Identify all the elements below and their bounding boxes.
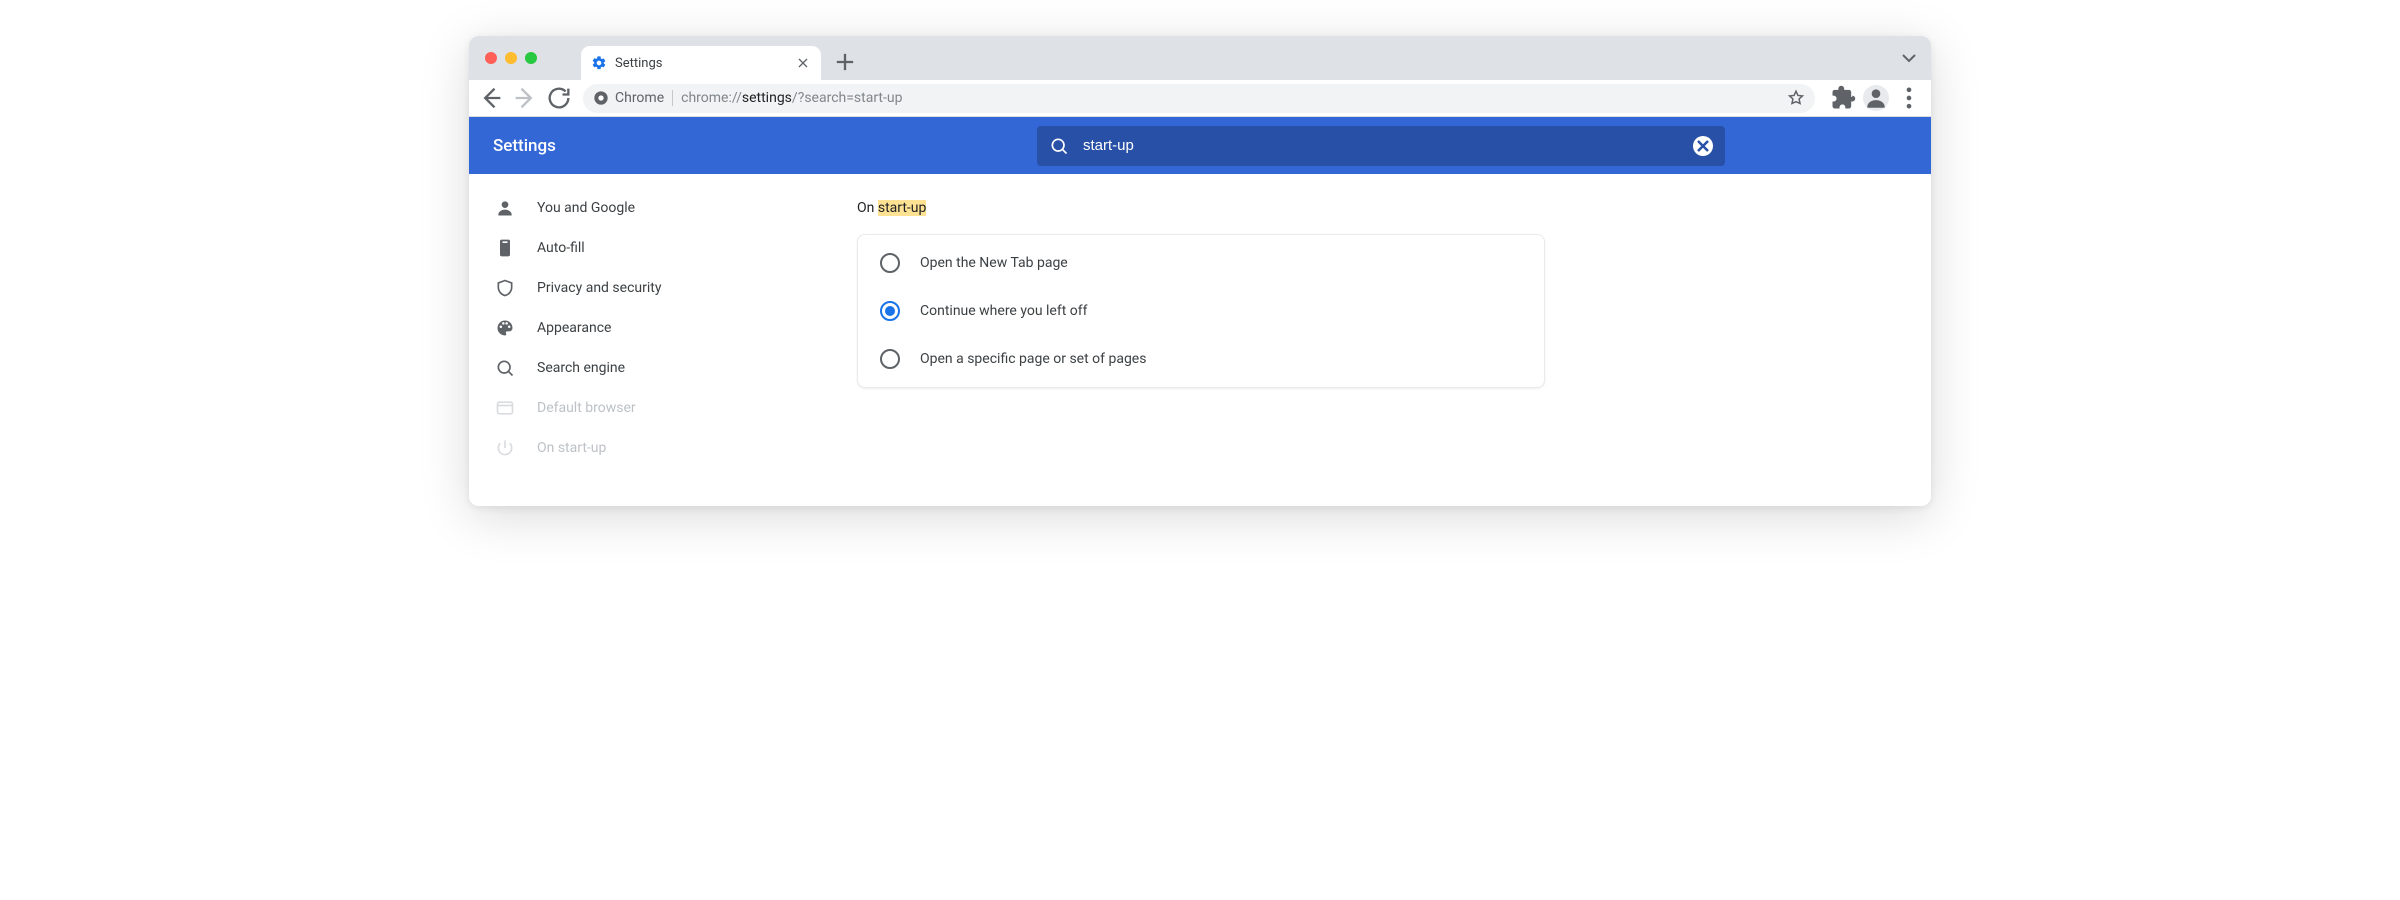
reload-button[interactable] [545,84,573,112]
sidebar-item-label: Appearance [537,320,611,336]
radio-icon [880,301,900,321]
settings-search-input[interactable] [1083,137,1679,154]
search-icon [1049,136,1069,156]
browser-icon [495,398,515,418]
bookmark-star-icon[interactable] [1787,89,1805,107]
settings-body: You and Google Auto-fill Privacy and sec… [469,174,1931,506]
sidebar-item-default-browser[interactable]: Default browser [469,388,759,428]
profile-avatar-button[interactable] [1863,85,1889,111]
radio-icon [880,349,900,369]
radio-label: Open the New Tab page [920,255,1068,271]
site-chip: Chrome [593,90,664,106]
radio-label: Continue where you left off [920,303,1088,319]
forward-button[interactable] [511,84,539,112]
clear-search-button[interactable] [1693,136,1713,156]
back-button[interactable] [477,84,505,112]
sidebar-item-on-startup[interactable]: On start-up [469,428,759,468]
sidebar: You and Google Auto-fill Privacy and sec… [469,174,759,506]
sidebar-item-appearance[interactable]: Appearance [469,308,759,348]
window-zoom-button[interactable] [525,52,537,64]
close-icon[interactable] [795,55,811,71]
radio-option-new-tab[interactable]: Open the New Tab page [858,239,1544,287]
sidebar-item-autofill[interactable]: Auto-fill [469,228,759,268]
browser-window: Settings Chrome [469,36,1931,506]
window-close-button[interactable] [485,52,497,64]
sidebar-item-label: Default browser [537,400,636,416]
shield-icon [495,278,515,298]
menu-button[interactable] [1895,84,1923,112]
omnibox-url: chrome://settings/?search=start-up [681,90,902,106]
new-tab-button[interactable] [831,48,859,76]
radio-option-continue[interactable]: Continue where you left off [858,287,1544,335]
settings-header: Settings [469,117,1931,174]
gear-icon [591,55,607,71]
extensions-button[interactable] [1829,84,1857,112]
tab-title: Settings [615,56,787,71]
settings-search[interactable] [1037,126,1725,166]
radio-icon [880,253,900,273]
sidebar-item-label: Privacy and security [537,280,661,296]
tab-strip: Settings [469,36,1931,80]
address-bar[interactable]: Chrome chrome://settings/?search=start-u… [583,84,1815,113]
content-area: On start-up Open the New Tab page Contin… [759,174,1931,506]
site-chip-label: Chrome [615,90,664,106]
toolbar-right [1825,84,1923,112]
startup-options-card: Open the New Tab page Continue where you… [857,234,1545,388]
tabs-dropdown-button[interactable] [1897,46,1921,70]
clipboard-icon [495,238,515,258]
sidebar-item-label: On start-up [537,440,606,456]
sidebar-item-privacy[interactable]: Privacy and security [469,268,759,308]
window-controls [469,36,553,80]
sidebar-item-label: You and Google [537,200,635,216]
sidebar-item-you-and-google[interactable]: You and Google [469,188,759,228]
sidebar-item-label: Auto-fill [537,240,585,256]
page-title: Settings [493,136,556,156]
sidebar-item-label: Search engine [537,360,625,376]
separator [672,90,673,106]
person-icon [495,198,515,218]
window-minimize-button[interactable] [505,52,517,64]
search-icon [495,358,515,378]
browser-tab[interactable]: Settings [581,46,821,80]
radio-option-specific-pages[interactable]: Open a specific page or set of pages [858,335,1544,383]
chrome-icon [593,90,609,106]
sidebar-item-search-engine[interactable]: Search engine [469,348,759,388]
power-icon [495,438,515,458]
palette-icon [495,318,515,338]
radio-label: Open a specific page or set of pages [920,351,1146,367]
search-highlight: start-up [878,200,927,216]
toolbar: Chrome chrome://settings/?search=start-u… [469,80,1931,117]
section-title: On start-up [857,200,1931,216]
